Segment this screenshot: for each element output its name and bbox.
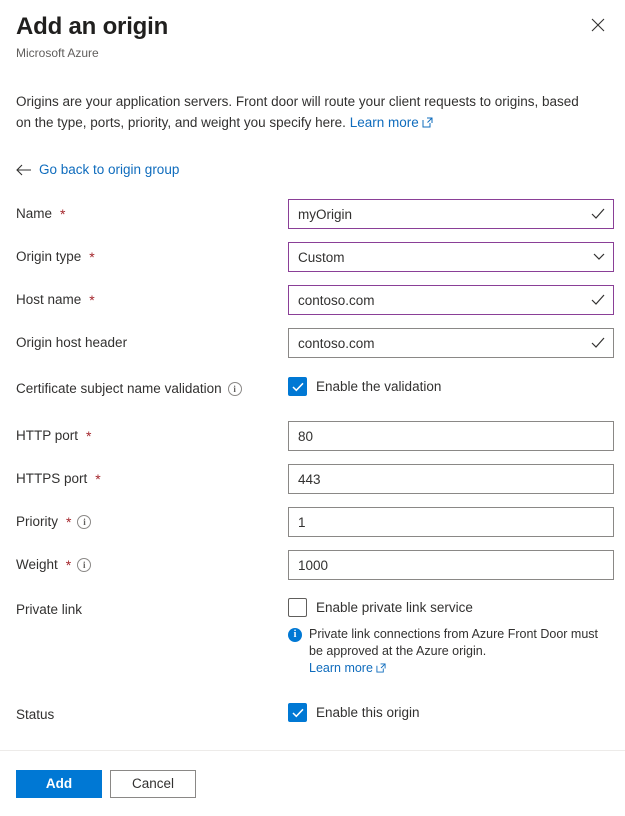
cert-validation-checkbox-row[interactable]: Enable the validation <box>288 374 609 396</box>
label-status: Status <box>16 700 288 724</box>
info-icon[interactable]: i <box>77 515 91 529</box>
host-name-input-wrap[interactable] <box>288 285 614 315</box>
required-asterisk: * <box>89 250 94 264</box>
origin-type-dropdown-wrap[interactable]: Custom <box>288 242 614 272</box>
learn-more-link[interactable]: Learn more <box>350 115 419 130</box>
back-to-origin-group[interactable]: Go back to origin group <box>0 162 625 177</box>
description-text: Origins are your application servers. Fr… <box>16 94 579 130</box>
label-https-port-text: HTTPS port <box>16 470 87 488</box>
name-input-wrap[interactable] <box>288 199 614 229</box>
back-link-label[interactable]: Go back to origin group <box>39 162 179 177</box>
private-link-info-text: Private link connections from Azure Fron… <box>309 627 598 658</box>
add-origin-blade: Add an origin Microsoft Azure Origins ar… <box>0 0 625 816</box>
cert-validation-checkbox-label[interactable]: Enable the validation <box>316 379 441 394</box>
required-asterisk: * <box>66 515 71 529</box>
label-name-text: Name <box>16 205 52 223</box>
label-status-text: Status <box>16 706 54 724</box>
label-origin-type-text: Origin type <box>16 248 81 266</box>
weight-input-wrap[interactable] <box>288 550 614 580</box>
label-origin-type: Origin type * <box>16 242 288 266</box>
http-port-input[interactable] <box>289 422 613 450</box>
info-icon[interactable]: i <box>228 382 242 396</box>
status-checkbox-label[interactable]: Enable this origin <box>316 705 420 720</box>
label-https-port: HTTPS port * <box>16 464 288 488</box>
close-icon <box>591 18 605 32</box>
private-link-info-message: i Private link connections from Azure Fr… <box>288 626 609 678</box>
private-link-checkbox-label[interactable]: Enable private link service <box>316 600 473 615</box>
required-asterisk: * <box>60 207 65 221</box>
origin-host-header-input-wrap[interactable] <box>288 328 614 358</box>
field-row-name: Name * <box>16 199 609 229</box>
status-checkbox-row[interactable]: Enable this origin <box>288 700 609 722</box>
field-row-http-port: HTTP port * <box>16 421 609 451</box>
close-button[interactable] <box>583 10 613 40</box>
label-origin-host-header: Origin host header <box>16 328 288 352</box>
required-asterisk: * <box>86 429 91 443</box>
label-private-link-text: Private link <box>16 601 82 619</box>
private-link-learn-more[interactable]: Learn more <box>309 661 373 675</box>
external-link-icon <box>422 113 433 134</box>
https-port-input-wrap[interactable] <box>288 464 614 494</box>
required-asterisk: * <box>89 293 94 307</box>
add-button[interactable]: Add <box>16 770 102 798</box>
label-weight: Weight * i <box>16 550 288 574</box>
required-asterisk: * <box>95 472 100 486</box>
field-row-host-name: Host name * <box>16 285 609 315</box>
blade-description: Origins are your application servers. Fr… <box>0 91 600 134</box>
label-http-port: HTTP port * <box>16 421 288 445</box>
host-name-input[interactable] <box>289 286 613 314</box>
cert-validation-checkbox[interactable] <box>288 377 307 396</box>
private-link-checkbox[interactable] <box>288 598 307 617</box>
cancel-button[interactable]: Cancel <box>110 770 196 798</box>
private-link-checkbox-row[interactable]: Enable private link service <box>288 595 609 617</box>
arrow-left-icon <box>16 164 32 176</box>
origin-type-select[interactable]: Custom <box>289 243 613 271</box>
name-input[interactable] <box>289 200 613 228</box>
external-link-icon <box>376 661 386 678</box>
page-subtitle: Microsoft Azure <box>16 45 609 61</box>
http-port-input-wrap[interactable] <box>288 421 614 451</box>
weight-input[interactable] <box>289 551 613 579</box>
info-filled-icon: i <box>288 628 302 642</box>
label-host-name: Host name * <box>16 285 288 309</box>
field-row-origin-host-header: Origin host header <box>16 328 609 358</box>
status-checkbox[interactable] <box>288 703 307 722</box>
field-row-status: Status Enable this origin <box>16 700 609 730</box>
label-priority-text: Priority <box>16 513 58 531</box>
label-weight-text: Weight <box>16 556 58 574</box>
label-cert-validation-text: Certificate subject name validation <box>16 380 222 398</box>
label-http-port-text: HTTP port <box>16 427 78 445</box>
label-name: Name * <box>16 199 288 223</box>
page-title: Add an origin <box>16 12 609 42</box>
info-icon[interactable]: i <box>77 558 91 572</box>
priority-input-wrap[interactable] <box>288 507 614 537</box>
https-port-input[interactable] <box>289 465 613 493</box>
origin-host-header-input[interactable] <box>289 329 613 357</box>
field-row-weight: Weight * i <box>16 550 609 580</box>
priority-input[interactable] <box>289 508 613 536</box>
label-private-link: Private link <box>16 595 288 619</box>
field-row-private-link: Private link Enable private link service… <box>16 595 609 678</box>
label-origin-host-header-text: Origin host header <box>16 334 127 352</box>
field-row-https-port: HTTPS port * <box>16 464 609 494</box>
blade-header: Add an origin Microsoft Azure <box>0 0 625 61</box>
blade-footer: Add Cancel <box>0 750 625 816</box>
label-priority: Priority * i <box>16 507 288 531</box>
field-row-origin-type: Origin type * Custom <box>16 242 609 272</box>
field-row-cert-validation: Certificate subject name validation i En… <box>16 374 609 404</box>
label-host-name-text: Host name <box>16 291 81 309</box>
field-row-priority: Priority * i <box>16 507 609 537</box>
required-asterisk: * <box>66 558 71 572</box>
origin-form: Name * Origin type * C <box>0 199 625 730</box>
label-cert-validation: Certificate subject name validation i <box>16 374 288 398</box>
